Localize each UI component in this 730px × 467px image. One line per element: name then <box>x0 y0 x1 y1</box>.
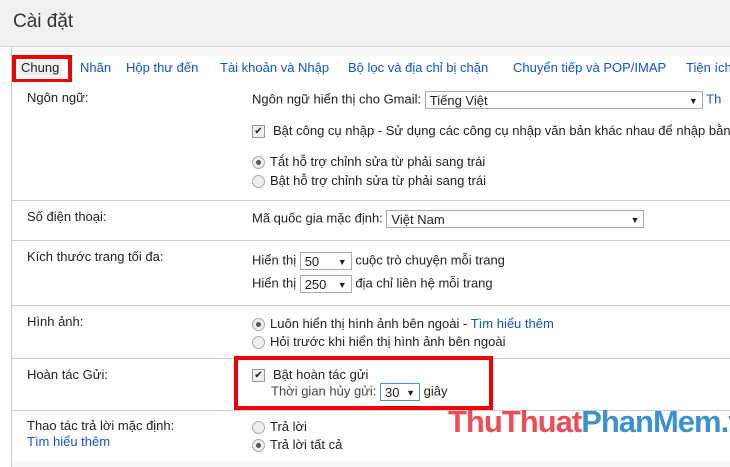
reply-radio[interactable] <box>252 421 265 435</box>
page-size-label: Kích thước trang tối đa: <box>27 249 164 264</box>
images-learn-more-link[interactable]: Tìm hiểu thêm <box>471 316 554 331</box>
language-label: Ngôn ngữ: <box>27 90 89 105</box>
watermark-part2: PhanMem <box>581 404 721 439</box>
select-value: 250 <box>304 277 327 292</box>
input-tools-label: Bật công cụ nhập <box>273 123 375 138</box>
language-row: Ngôn ngữ: Ngôn ngữ hiển thị cho Gmail: T… <box>12 82 730 200</box>
always-show-label: Luôn hiển thị hình ảnh bên ngoài - <box>270 316 471 331</box>
phone-label: Số điện thoại: <box>27 209 107 224</box>
reply-label: Thao tác trả lời mặc định: <box>27 418 175 433</box>
undo-send-label: Hoàn tác Gửi: <box>27 367 108 382</box>
select-value: Tiếng Việt <box>429 93 488 108</box>
country-label: Mã quốc gia mặc định: <box>252 210 383 226</box>
images-label: Hình ảnh: <box>27 314 84 329</box>
select-value: 50 <box>304 254 320 269</box>
watermark-part1: ThuThuat <box>448 404 582 439</box>
dropdown-arrow-icon: ▼ <box>337 257 347 267</box>
highlight-box-tab <box>12 55 72 83</box>
tab-inbox[interactable]: Hộp thư đến <box>126 60 198 75</box>
language-more-link[interactable]: Th <box>706 91 721 106</box>
conversations-per-page-select[interactable]: 50 ▼ <box>299 252 352 270</box>
tab-addons[interactable]: Tiện ích <box>686 60 730 75</box>
select-value: Việt Nam <box>391 212 445 227</box>
tab-forwarding[interactable]: Chuyển tiếp và POP/IMAP <box>513 60 666 75</box>
rtl-off-radio[interactable] <box>252 156 265 170</box>
reply-option-label: Trả lời <box>270 419 307 434</box>
watermark-logo: ThuThuatPhanMem.vn <box>448 404 730 440</box>
show-label: Hiển thị <box>252 275 297 291</box>
images-row: Hình ảnh: Luôn hiển thị hình ảnh bên ngo… <box>12 305 730 359</box>
reply-learn-more-link[interactable]: Tìm hiểu thêm <box>27 434 110 449</box>
tab-accounts[interactable]: Tài khoản và Nhập <box>220 60 329 75</box>
country-select[interactable]: Việt Nam ▼ <box>386 210 645 228</box>
ask-images-label: Hỏi trước khi hiển thị hình ảnh bên ngoà… <box>270 334 506 349</box>
title-bar: Cài đặt <box>0 0 730 47</box>
show-label: Hiển thị <box>252 252 297 268</box>
reply-all-option-label: Trả lời tất cả <box>270 437 343 452</box>
page-title: Cài đặt <box>13 11 74 32</box>
highlight-box-undo <box>234 356 493 410</box>
ask-images-radio[interactable] <box>252 336 265 350</box>
display-language-label: Ngôn ngữ hiển thị cho Gmail: <box>252 91 422 107</box>
always-show-images-radio[interactable] <box>252 318 265 332</box>
input-tools-checkbox[interactable]: ✔ <box>252 125 265 139</box>
phone-row: Số điện thoại: Mã quốc gia mặc định: Việ… <box>12 200 730 241</box>
rtl-on-radio[interactable] <box>252 175 265 189</box>
watermark-part3: .vn <box>720 404 730 439</box>
tab-filters[interactable]: Bộ lọc và địa chỉ bị chặn <box>348 60 488 75</box>
rtl-off-label: Tắt hỗ trợ chỉnh sửa từ phải sang trái <box>270 154 486 169</box>
page-size-row: Kích thước trang tối đa: Hiển thị 50 ▼ cu… <box>12 240 730 306</box>
rtl-on-label: Bật hỗ trợ chỉnh sửa từ phải sang trái <box>270 173 486 188</box>
contacts-text: địa chỉ liên hệ mỗi trang <box>355 275 493 291</box>
contacts-per-page-select[interactable]: 250 ▼ <box>299 275 352 293</box>
dropdown-arrow-icon: ▼ <box>630 215 640 225</box>
display-language-select[interactable]: Tiếng Việt ▼ <box>424 91 703 109</box>
dropdown-arrow-icon: ▼ <box>337 280 347 290</box>
tab-labels[interactable]: Nhãn <box>80 60 111 75</box>
input-tools-desc: - Sử dụng các công cụ nhập văn bản khác … <box>374 123 730 138</box>
conversations-text: cuộc trò chuyện mỗi trang <box>355 252 505 268</box>
reply-all-radio[interactable] <box>252 439 265 453</box>
dropdown-arrow-icon: ▼ <box>688 96 698 106</box>
settings-tabs: Chung Nhãn Hộp thư đến Tài khoản và Nhập… <box>12 56 730 82</box>
